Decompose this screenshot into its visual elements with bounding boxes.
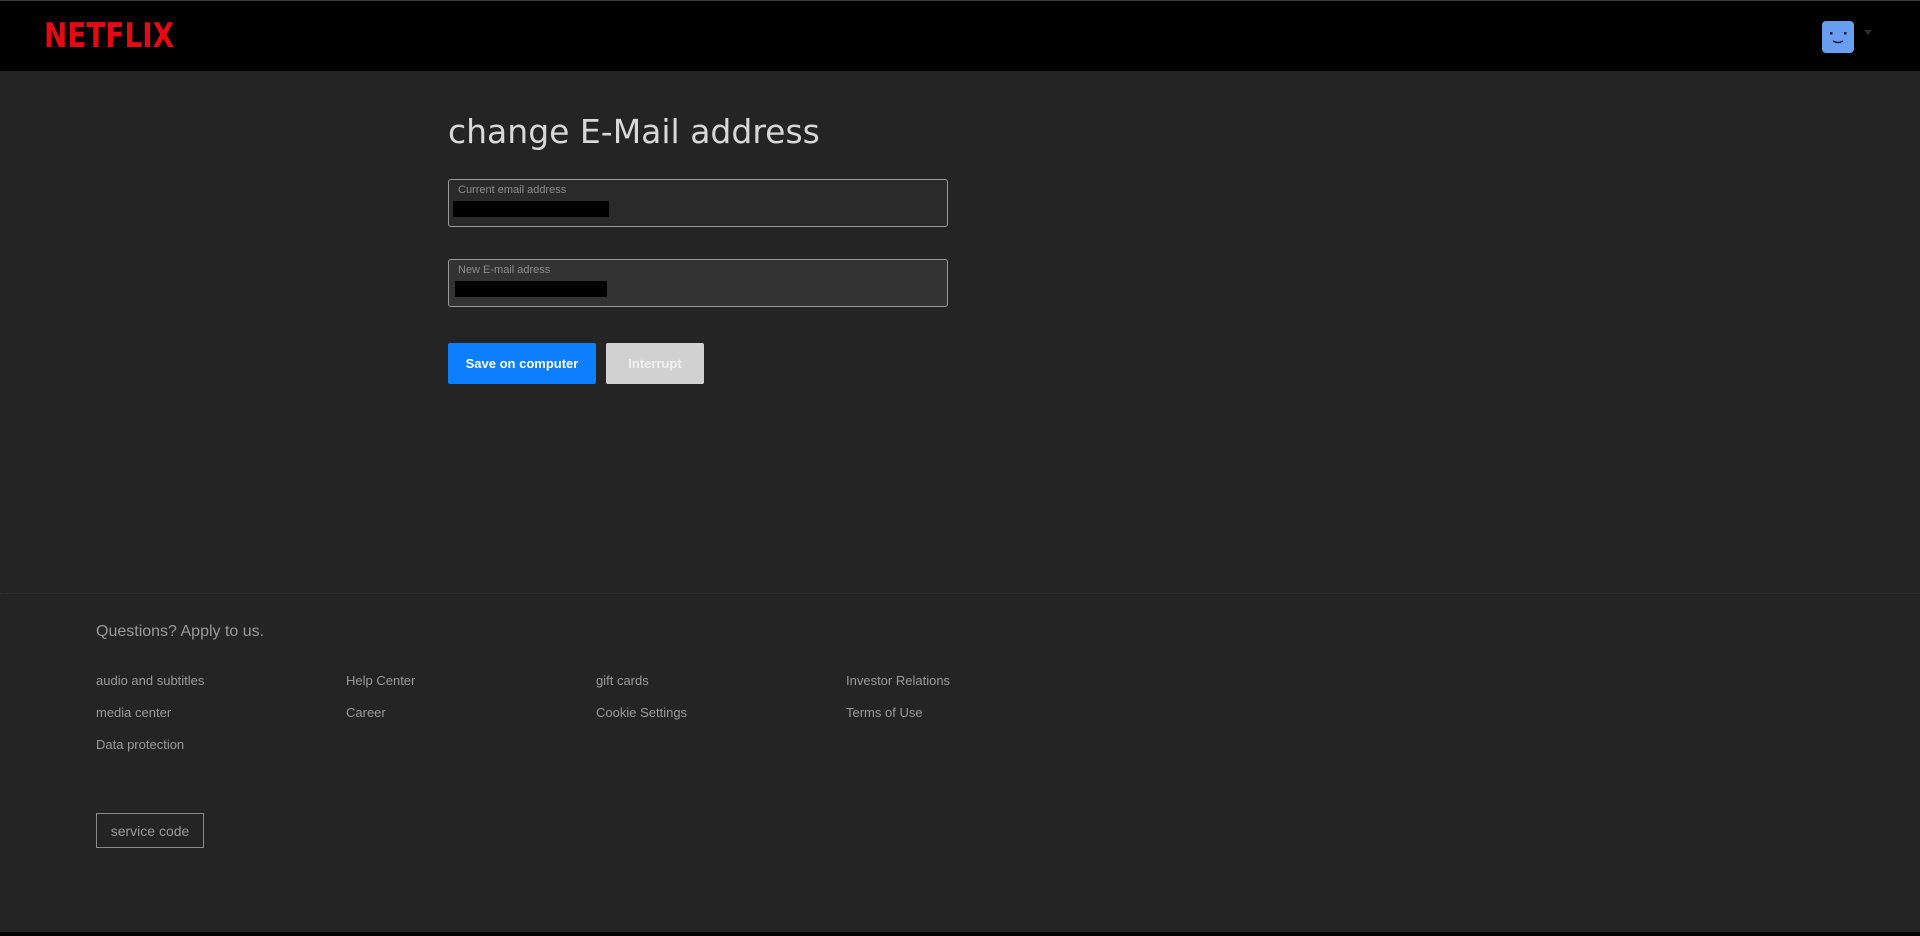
new-email-value-redacted[interactable]: [455, 281, 607, 297]
footer-link-cookie-settings[interactable]: Cookie Settings: [596, 705, 687, 721]
new-email-field[interactable]: New E-mail adress: [448, 259, 948, 307]
footer-link-career[interactable]: Career: [346, 705, 386, 721]
current-email-value-redacted: [453, 201, 609, 217]
footer-link-media-center[interactable]: media center: [96, 705, 171, 721]
top-nav: NETFLIX: [0, 0, 1920, 71]
profile-avatar-icon[interactable]: [1822, 21, 1854, 53]
page-title: change E-Mail address: [448, 112, 820, 151]
service-code-button[interactable]: service code: [96, 813, 204, 848]
footer-link-data-protection[interactable]: Data protection: [96, 737, 184, 753]
footer-contact-text[interactable]: Questions? Apply to us.: [96, 622, 264, 642]
current-email-label: Current email address: [458, 184, 567, 196]
footer: Questions? Apply to us. audio and subtit…: [0, 593, 1920, 936]
save-button[interactable]: Save on computer: [448, 343, 596, 384]
main-content: change E-Mail address Current email addr…: [0, 71, 1920, 593]
footer-link-gift-cards[interactable]: gift cards: [596, 673, 649, 689]
netflix-logo[interactable]: NETFLIX: [44, 18, 174, 54]
footer-link-audio-subtitles[interactable]: audio and subtitles: [96, 673, 204, 689]
caret-down-icon[interactable]: [1864, 30, 1872, 35]
footer-link-terms-of-use[interactable]: Terms of Use: [846, 705, 923, 721]
smiley-avatar-icon: [1830, 32, 1847, 44]
footer-link-investor-relations[interactable]: Investor Relations: [846, 673, 950, 689]
interrupt-button[interactable]: Interrupt: [606, 343, 704, 384]
new-email-label: New E-mail adress: [458, 264, 551, 276]
bottom-border: [0, 932, 1920, 936]
current-email-field[interactable]: Current email address: [448, 179, 948, 227]
footer-link-help-center[interactable]: Help Center: [346, 673, 415, 689]
